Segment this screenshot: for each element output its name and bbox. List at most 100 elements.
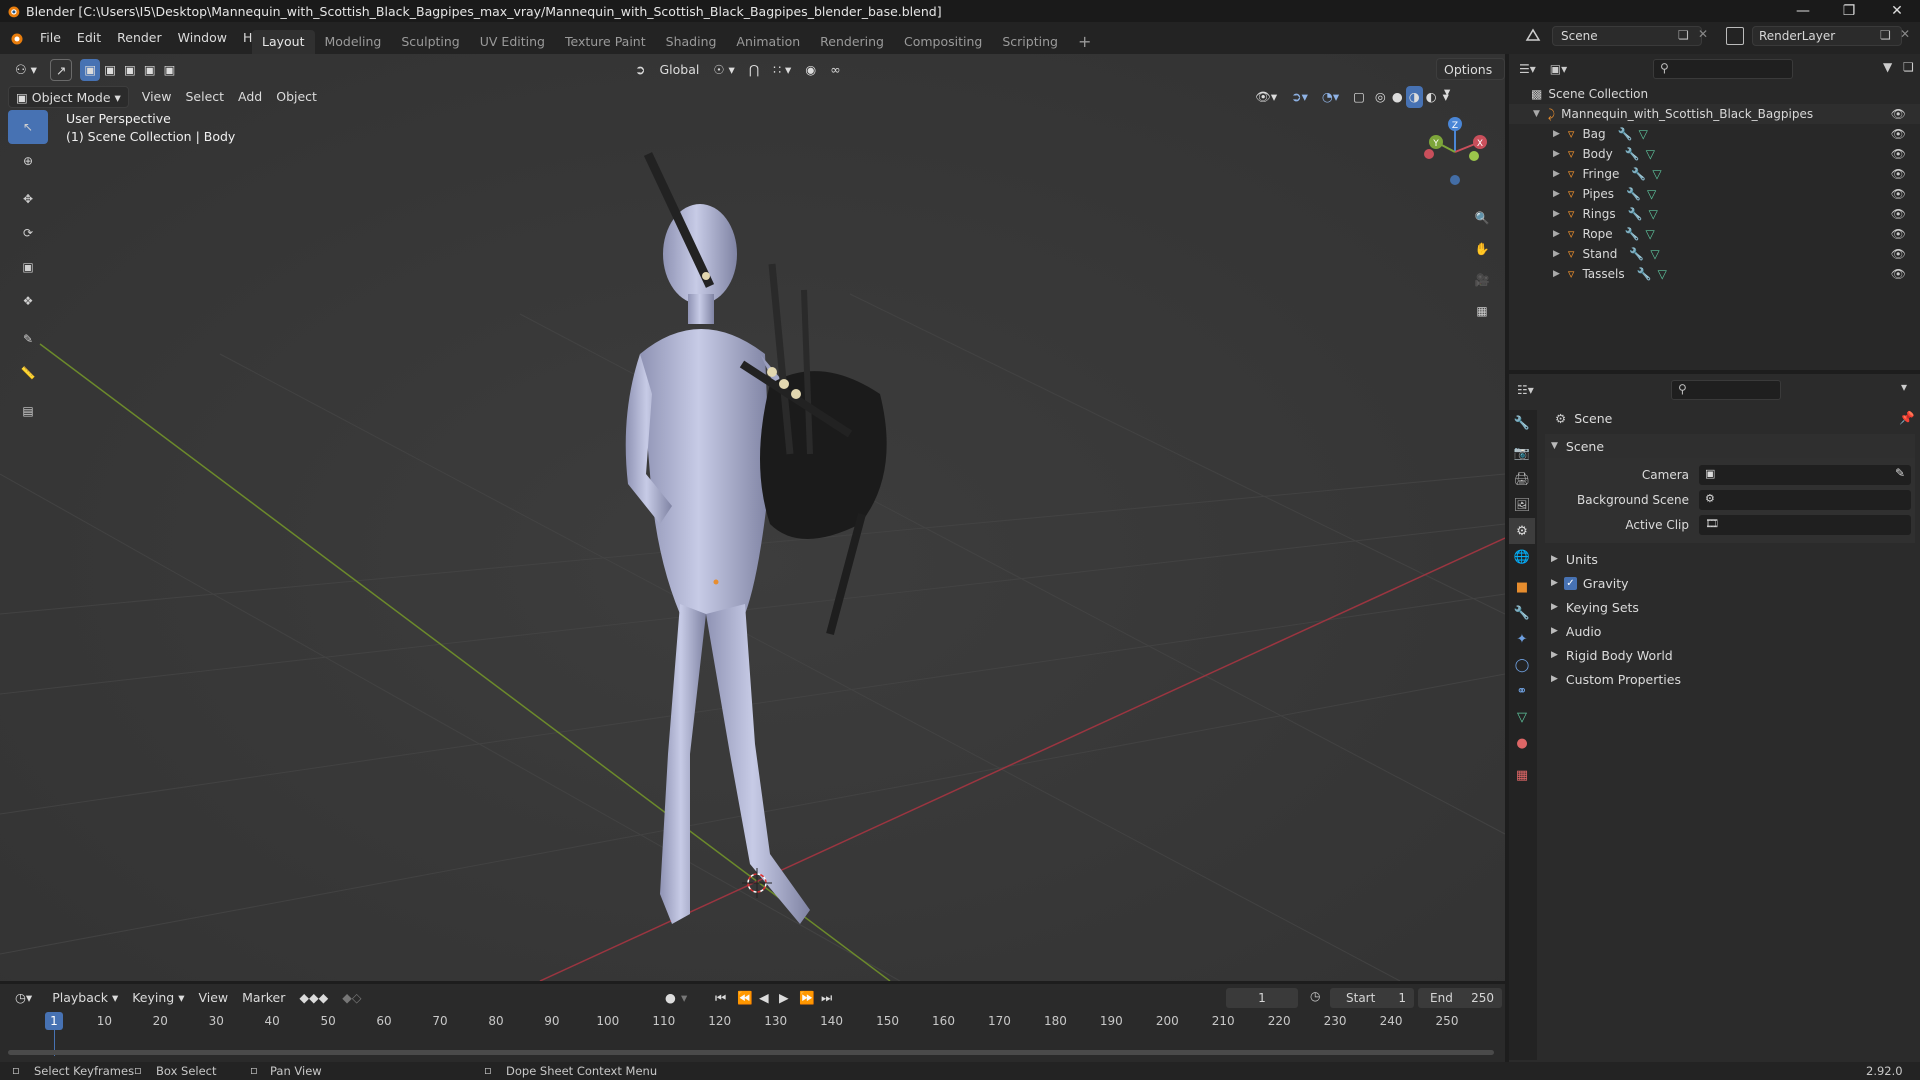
expand-arrow-icon[interactable]: ▶	[1553, 249, 1560, 259]
modifier-wrench-icon[interactable]: 🔧	[1631, 167, 1646, 181]
transform-orientation-dropdown[interactable]: Global	[652, 59, 706, 81]
outliner-object-rings[interactable]: ▶ ▿ Rings 🔧 ▽ 👁	[1509, 204, 1920, 224]
panel-collapse-icon[interactable]: ▼	[1551, 441, 1558, 451]
add-cube-tool-icon[interactable]: ▤	[8, 394, 48, 428]
perspective-toggle-icon[interactable]: ▦	[1468, 297, 1496, 325]
active-clip-field[interactable]: 🎞	[1699, 514, 1911, 535]
rotate-tool-icon[interactable]: ⟳	[8, 216, 48, 250]
delete-view-layer-icon[interactable]: ✕	[1900, 27, 1910, 41]
panel-expand-icon[interactable]: ▶	[1551, 674, 1558, 684]
select-box-tool-icon[interactable]: ↖	[8, 110, 48, 144]
zoom-icon[interactable]: 🔍	[1468, 204, 1496, 232]
modifier-wrench-icon[interactable]: 🔧	[1618, 127, 1633, 141]
outliner-object-pipes[interactable]: ▶ ▿ Pipes 🔧 ▽ 👁	[1509, 184, 1920, 204]
delete-scene-icon[interactable]: ✕	[1698, 27, 1708, 41]
outliner-object-stand[interactable]: ▶ ▿ Stand 🔧 ▽ 👁	[1509, 244, 1920, 264]
transform-orientation-icon[interactable]: ➲	[628, 59, 652, 81]
outliner-object-bag[interactable]: ▶ ▿ Bag 🔧 ▽ 👁	[1509, 124, 1920, 144]
new-collection-icon[interactable]: ❏	[1903, 60, 1914, 74]
panel-expand-icon[interactable]: ▶	[1551, 650, 1558, 660]
panel-expand-icon[interactable]: ▶	[1551, 602, 1558, 612]
add-workspace-button[interactable]: +	[1068, 30, 1101, 54]
eyedropper-icon[interactable]: ✎	[1895, 466, 1905, 480]
select-tool-button[interactable]: ↗	[49, 59, 73, 81]
overlays-toggle-icon[interactable]: ◔▾	[1315, 86, 1346, 108]
mesh-data-icon[interactable]: ▽	[1646, 147, 1655, 161]
cursor-tool-icon[interactable]: ⊕	[8, 144, 48, 178]
pan-hand-icon[interactable]: ✋	[1468, 235, 1496, 263]
mesh-data-icon[interactable]: ▽	[1649, 207, 1658, 221]
visibility-eye-icon[interactable]: 👁	[1891, 167, 1906, 181]
expand-arrow-icon[interactable]: ▶	[1553, 229, 1560, 239]
output-tab-icon[interactable]: 🖨	[1509, 466, 1535, 492]
tab-rendering[interactable]: Rendering	[810, 30, 894, 54]
snap-icon[interactable]: ⋂	[742, 59, 766, 81]
properties-editor-type-icon[interactable]: ☷▾	[1517, 383, 1534, 397]
pivot-point-icon[interactable]: ☉ ▾	[706, 59, 741, 81]
custom-properties-panel-header[interactable]: ▶ Custom Properties	[1545, 667, 1915, 691]
pin-icon[interactable]: 📌	[1899, 410, 1915, 426]
expand-arrow-icon[interactable]: ▶	[1553, 209, 1560, 219]
tab-sculpting[interactable]: Sculpting	[391, 30, 469, 54]
properties-options-icon[interactable]: ▾	[1901, 380, 1907, 394]
camera-view-icon[interactable]: 🎥	[1468, 266, 1496, 294]
world-tab-icon[interactable]: 🌐	[1509, 544, 1535, 570]
filter-icon[interactable]: ▼	[1883, 60, 1892, 74]
snap-target-icon[interactable]: ∷ ▾	[766, 59, 798, 81]
visibility-eye-icon[interactable]: 👁	[1891, 147, 1906, 161]
object-mode-dropdown[interactable]: ▣ Object Mode ▾	[8, 86, 129, 108]
shading-options-icon[interactable]: ▾	[1440, 86, 1452, 108]
visibility-eye-icon[interactable]: 👁	[1891, 187, 1906, 201]
menu-render[interactable]: Render	[109, 27, 170, 49]
background-scene-field[interactable]: ⚙	[1699, 489, 1911, 510]
select-new-icon[interactable]: ▣	[80, 59, 101, 81]
tool-tab-icon[interactable]: 🔧	[1509, 410, 1535, 436]
visibility-eye-icon[interactable]: 👁	[1891, 247, 1906, 261]
panel-expand-icon[interactable]: ▶	[1551, 554, 1558, 564]
scene-tab-icon[interactable]: ⚙	[1509, 518, 1535, 544]
panel-expand-icon[interactable]: ▶	[1551, 626, 1558, 636]
measure-tool-icon[interactable]: 📏	[8, 356, 48, 390]
viewport-scene[interactable]	[0, 54, 1505, 981]
tab-layout[interactable]: Layout	[252, 30, 315, 54]
tab-modeling[interactable]: Modeling	[315, 30, 392, 54]
gravity-panel-header[interactable]: ▶ ✓ Gravity	[1545, 571, 1915, 595]
mesh-data-icon[interactable]: ▽	[1639, 127, 1648, 141]
annotate-tool-icon[interactable]: ✎	[8, 322, 48, 356]
view-layer-icon[interactable]	[1726, 27, 1744, 45]
scene-icon[interactable]	[1524, 26, 1542, 46]
blender-menu-icon[interactable]	[6, 28, 26, 48]
tab-compositing[interactable]: Compositing	[894, 30, 992, 54]
visibility-eye-icon[interactable]: 👁	[1891, 227, 1906, 241]
3d-viewport[interactable]: ⚇ ▾ ↗ ▣ ▣ ▣ ▣ ▣ ➲ Global ☉ ▾ ⋂ ∷ ▾ ◉ ∞ O…	[0, 54, 1505, 981]
select-intersect-icon[interactable]: ▣	[160, 59, 180, 81]
timeline-scrollbar[interactable]	[8, 1050, 1494, 1055]
scale-tool-icon[interactable]: ▣	[8, 250, 48, 284]
viewport-menu-add[interactable]: Add	[231, 86, 269, 108]
scene-panel-header[interactable]: ▼ Scene	[1545, 434, 1915, 458]
viewport-menu-select[interactable]: Select	[178, 86, 231, 108]
navigation-gizmo[interactable]: Z X Y	[1412, 112, 1492, 192]
render-tab-icon[interactable]: 📷	[1509, 440, 1535, 466]
tab-animation[interactable]: Animation	[726, 30, 810, 54]
visibility-eye-icon[interactable]: 👁	[1891, 207, 1906, 221]
expand-arrow-icon[interactable]: ▶	[1553, 169, 1560, 179]
viewport-menu-view[interactable]: View	[135, 86, 179, 108]
new-scene-icon[interactable]: ❏	[1678, 28, 1689, 42]
keying-sets-panel-header[interactable]: ▶ Keying Sets	[1545, 595, 1915, 619]
modifier-wrench-icon[interactable]: 🔧	[1625, 147, 1640, 161]
modifier-wrench-icon[interactable]: 🔧	[1628, 207, 1643, 221]
tab-shading[interactable]: Shading	[656, 30, 727, 54]
outliner-object-fringe[interactable]: ▶ ▿ Fringe 🔧 ▽ 👁	[1509, 164, 1920, 184]
modifier-wrench-icon[interactable]: 🔧	[1625, 227, 1640, 241]
camera-field[interactable]: ▣ ✎	[1699, 464, 1911, 485]
object-tab-icon[interactable]: ■	[1509, 574, 1535, 600]
move-tool-icon[interactable]: ✥	[8, 182, 48, 216]
display-mode-icon[interactable]: ▣▾	[1550, 62, 1567, 76]
minimize-button[interactable]: —	[1780, 0, 1826, 22]
mesh-data-icon[interactable]: ▽	[1647, 187, 1656, 201]
maximize-button[interactable]: ❐	[1826, 0, 1872, 22]
editor-type-button[interactable]: ⚇ ▾	[8, 59, 44, 81]
data-tab-icon[interactable]: ▽	[1509, 704, 1535, 730]
constraints-tab-icon[interactable]: ⚭	[1509, 678, 1535, 704]
